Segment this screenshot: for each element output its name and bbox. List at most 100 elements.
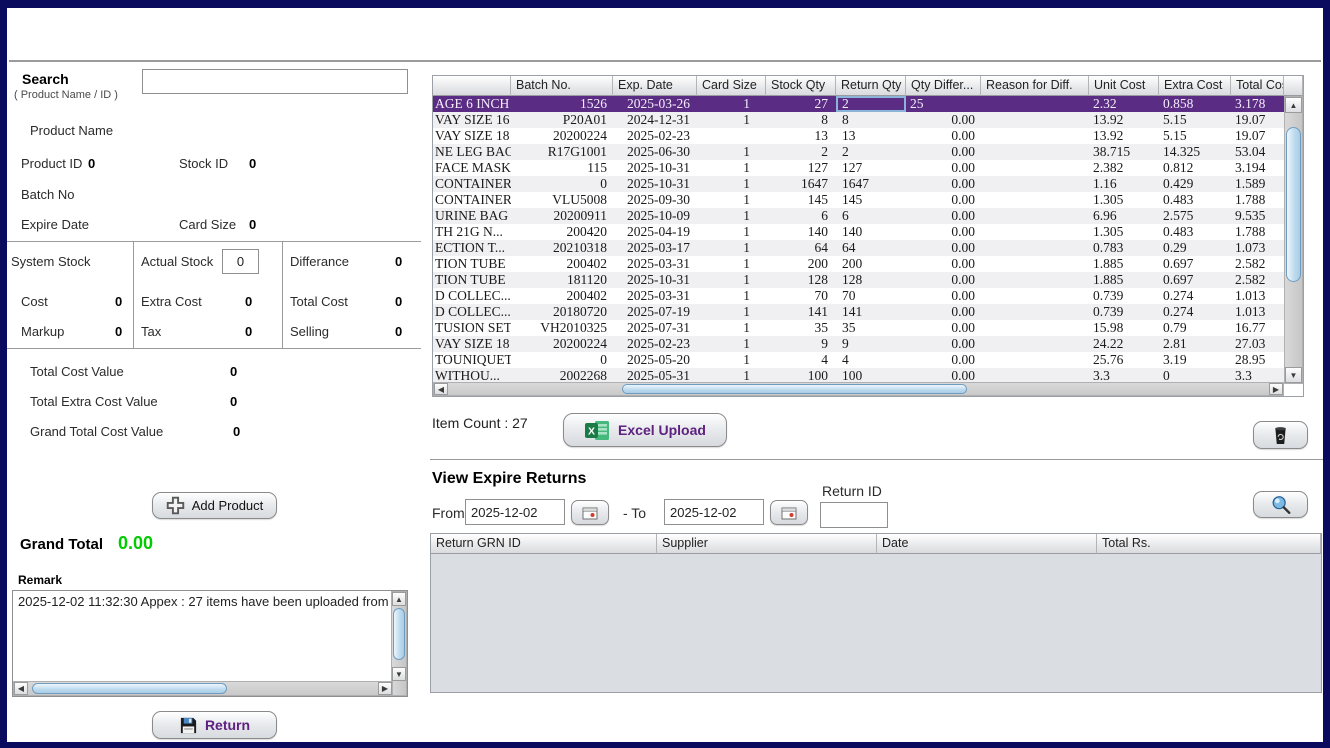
table-cell[interactable]: 1 [697, 352, 766, 368]
table-cell[interactable]: 0.739 [1089, 288, 1159, 304]
table-cell[interactable]: 15.98 [1089, 320, 1159, 336]
table-cell[interactable] [981, 224, 1089, 240]
table-cell[interactable]: 1 [697, 176, 766, 192]
table-cell[interactable]: R17G1001 [511, 144, 613, 160]
table-cell[interactable]: 2.575 [1159, 208, 1231, 224]
table-cell[interactable] [981, 192, 1089, 208]
table-cell[interactable]: 200402 [511, 256, 613, 272]
table-row[interactable]: VAY SIZE 16P20A012024-12-311880.0013.925… [433, 112, 1284, 128]
table-cell[interactable] [981, 288, 1089, 304]
table-cell[interactable]: 64 [766, 240, 836, 256]
table-cell[interactable]: VAY SIZE 16 [433, 112, 511, 128]
table-row[interactable]: TH 21G N...2004202025-04-1911401400.001.… [433, 224, 1284, 240]
table-cell[interactable]: ECTION T... [433, 240, 511, 256]
scroll-down-icon[interactable]: ▼ [392, 667, 406, 681]
table-cell[interactable]: 0.274 [1159, 288, 1231, 304]
table-cell[interactable]: 1 [697, 336, 766, 352]
table-cell[interactable]: 127 [766, 160, 836, 176]
table-cell[interactable]: 145 [836, 192, 906, 208]
to-date-input[interactable] [664, 499, 764, 525]
table-cell[interactable]: 2025-07-31 [613, 320, 697, 336]
table-cell[interactable]: 0.274 [1159, 304, 1231, 320]
column-header[interactable] [433, 76, 511, 96]
table-cell[interactable]: 6 [766, 208, 836, 224]
table-cell[interactable] [697, 128, 766, 144]
table-cell[interactable]: 1647 [836, 176, 906, 192]
table-cell[interactable]: 16.77 [1231, 320, 1284, 336]
table-cell[interactable]: 38.715 [1089, 144, 1159, 160]
table-cell[interactable]: 1.16 [1089, 176, 1159, 192]
table-cell[interactable]: 2025-03-26 [613, 96, 697, 112]
table-cell[interactable]: 1.788 [1231, 224, 1284, 240]
table-cell[interactable]: 1 [697, 224, 766, 240]
return-id-input[interactable] [820, 502, 888, 528]
table-hscrollbar[interactable]: ◀ ▶ [433, 382, 1284, 396]
table-vscroll-thumb[interactable] [1286, 127, 1301, 282]
table-cell[interactable] [981, 272, 1089, 288]
table-cell[interactable]: 25 [906, 96, 981, 112]
table-cell[interactable]: 2 [836, 96, 906, 112]
column-header[interactable]: Reason for Diff. [981, 76, 1089, 96]
table-cell[interactable]: 2.582 [1231, 272, 1284, 288]
table-cell[interactable]: 70 [766, 288, 836, 304]
table-cell[interactable]: P20A01 [511, 112, 613, 128]
table-cell[interactable]: 5.15 [1159, 128, 1231, 144]
table-cell[interactable]: 13 [766, 128, 836, 144]
table-cell[interactable]: 0.429 [1159, 176, 1231, 192]
column-header[interactable]: Date [877, 534, 1097, 554]
table-cell[interactable]: D COLLEC... [433, 304, 511, 320]
excel-upload-button[interactable]: X Excel Upload [563, 413, 727, 447]
table-cell[interactable]: AGE 6 INCH [433, 96, 511, 112]
scroll-up-icon[interactable]: ▲ [392, 592, 406, 606]
table-cell[interactable]: 2025-04-19 [613, 224, 697, 240]
remark-hscrollbar[interactable]: ◀ ▶ [13, 681, 393, 696]
table-row[interactable]: CONTAINERVLU50082025-09-3011451450.001.3… [433, 192, 1284, 208]
table-cell[interactable]: NE LEG BAG [433, 144, 511, 160]
table-cell[interactable]: 1 [697, 96, 766, 112]
table-cell[interactable]: 2.582 [1231, 256, 1284, 272]
table-cell[interactable] [981, 160, 1089, 176]
table-cell[interactable]: 2025-06-30 [613, 144, 697, 160]
table-cell[interactable]: 0.00 [906, 208, 981, 224]
column-header[interactable]: Unit Cost [1089, 76, 1159, 96]
column-header[interactable]: Extra Cost [1159, 76, 1231, 96]
table-cell[interactable]: CONTAINER [433, 192, 511, 208]
table-cell[interactable] [981, 256, 1089, 272]
table-cell[interactable]: TION TUBE [433, 272, 511, 288]
table-row[interactable]: TION TUBE2004022025-03-3112002000.001.88… [433, 256, 1284, 272]
table-cell[interactable]: 145 [766, 192, 836, 208]
table-cell[interactable]: 2025-03-31 [613, 288, 697, 304]
table-cell[interactable]: 0.00 [906, 256, 981, 272]
table-cell[interactable]: 13.92 [1089, 112, 1159, 128]
table-row[interactable]: CONTAINER02025-10-311164716470.001.160.4… [433, 176, 1284, 192]
column-header[interactable]: Stock Qty [766, 76, 836, 96]
table-cell[interactable]: 2025-09-30 [613, 192, 697, 208]
table-cell[interactable] [981, 208, 1089, 224]
table-row[interactable]: AGE 6 INCH15262025-03-261272252.320.8583… [433, 96, 1284, 112]
table-cell[interactable]: 1.589 [1231, 176, 1284, 192]
actual-stock-input[interactable] [222, 249, 259, 274]
clear-table-button[interactable] [1253, 421, 1308, 449]
table-cell[interactable]: 2.382 [1089, 160, 1159, 176]
scroll-right-icon[interactable]: ▶ [1269, 383, 1283, 395]
table-cell[interactable]: 1 [697, 112, 766, 128]
table-cell[interactable]: 1.013 [1231, 304, 1284, 320]
table-cell[interactable]: 2024-12-31 [613, 112, 697, 128]
table-cell[interactable]: 181120 [511, 272, 613, 288]
table-cell[interactable]: 1 [697, 160, 766, 176]
table-cell[interactable]: 0.29 [1159, 240, 1231, 256]
table-cell[interactable]: 4 [836, 352, 906, 368]
table-cell[interactable]: 1.885 [1089, 272, 1159, 288]
table-cell[interactable]: VAY SIZE 18 [433, 336, 511, 352]
table-cell[interactable]: 4 [766, 352, 836, 368]
table-cell[interactable] [981, 304, 1089, 320]
table-cell[interactable]: 35 [836, 320, 906, 336]
table-vscrollbar[interactable]: ▲ ▼ [1284, 96, 1303, 384]
table-cell[interactable]: 0.483 [1159, 192, 1231, 208]
table-cell[interactable]: 70 [836, 288, 906, 304]
table-cell[interactable]: VAY SIZE 18 [433, 128, 511, 144]
column-header[interactable]: Qty Differ... [906, 76, 981, 96]
table-cell[interactable]: VH2010325 [511, 320, 613, 336]
table-cell[interactable]: 0.00 [906, 160, 981, 176]
table-cell[interactable] [981, 352, 1089, 368]
